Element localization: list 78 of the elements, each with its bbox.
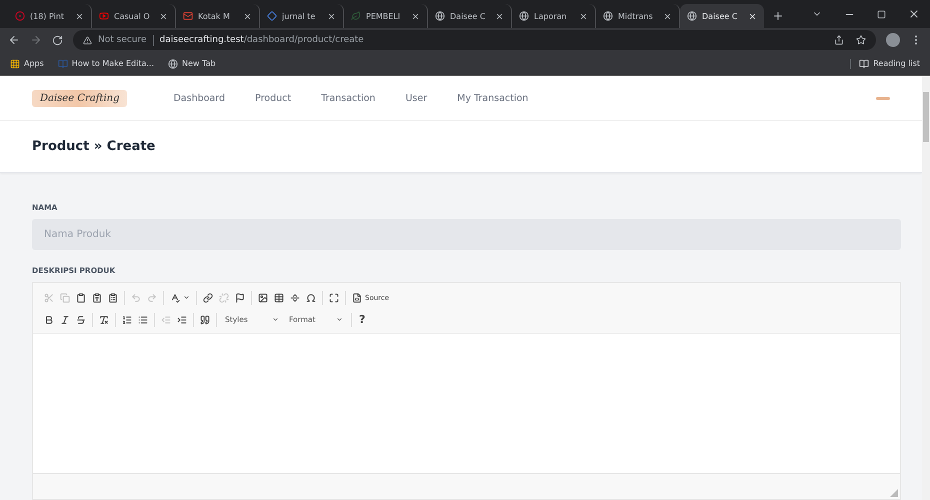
bullet-list-icon	[138, 314, 148, 324]
favicon-icon	[351, 11, 361, 21]
globe-icon	[168, 58, 178, 68]
help-button[interactable]: ?	[355, 310, 370, 328]
numbered-list-icon	[122, 314, 132, 324]
clipboard-text-icon	[92, 292, 102, 302]
scissors-icon	[44, 292, 54, 302]
outdent-icon	[161, 314, 171, 324]
close-icon[interactable]	[908, 8, 920, 20]
bookmark[interactable]: Apps	[10, 58, 44, 68]
favicon-icon	[603, 11, 613, 21]
bold-icon	[44, 314, 54, 324]
clipboard-icon	[76, 292, 86, 302]
nav-link[interactable]: My Transaction	[457, 92, 528, 104]
close-icon[interactable]	[243, 12, 252, 20]
redo-icon	[147, 292, 157, 302]
spellcheck-icon	[170, 292, 180, 302]
caret-icon	[183, 294, 190, 301]
clear-format-icon	[99, 314, 109, 324]
bookmark[interactable]: New Tab	[168, 58, 216, 68]
favicon-icon	[267, 11, 277, 21]
image-icon	[258, 292, 268, 302]
avatar-icon[interactable]	[886, 33, 900, 47]
close-icon[interactable]	[327, 12, 336, 20]
page-title: Product » Create	[32, 139, 156, 154]
favicon-icon	[687, 11, 697, 21]
book-icon	[859, 58, 870, 68]
copy-icon	[60, 292, 70, 302]
close-icon[interactable]	[411, 12, 420, 20]
clipboard-list-icon	[108, 292, 118, 302]
reading-list-button[interactable]: Reading list	[850, 58, 920, 68]
close-icon[interactable]	[159, 12, 168, 20]
nav-link[interactable]: Product	[255, 92, 292, 104]
name-input[interactable]: Nama Produk	[32, 219, 901, 250]
reload-icon[interactable]	[52, 34, 63, 46]
close-icon[interactable]	[495, 12, 504, 20]
address-bar[interactable]: Not secure daiseecrafting.test/dashboard/product/create	[73, 30, 876, 50]
italic-icon	[60, 314, 70, 324]
favicon-icon	[99, 11, 109, 21]
maximize-icon	[329, 292, 339, 302]
star-icon[interactable]	[856, 35, 866, 45]
favicon-icon	[519, 11, 529, 21]
document-code-icon	[352, 292, 362, 302]
close-icon[interactable]	[75, 12, 84, 20]
flag-icon	[235, 292, 245, 302]
close-icon[interactable]	[663, 12, 672, 20]
table-icon	[274, 292, 284, 302]
undo-icon	[131, 292, 141, 302]
favicon-icon	[435, 11, 445, 21]
nav-link[interactable]: Transaction	[321, 92, 376, 104]
scrollbar[interactable]	[922, 76, 930, 500]
forward-icon[interactable]	[30, 34, 42, 46]
quote-icon	[200, 314, 210, 324]
indent-icon	[177, 314, 187, 324]
link-icon	[203, 292, 213, 302]
bookmark[interactable]: How to Make Edita...	[58, 58, 154, 68]
book-icon	[58, 58, 68, 68]
caret-icon	[336, 316, 343, 323]
logo[interactable]: Daisee Crafting	[32, 90, 128, 106]
horizontal-line-icon	[290, 292, 300, 302]
restore-icon[interactable]	[877, 10, 886, 18]
caret-icon	[272, 316, 279, 323]
grid-icon	[10, 58, 20, 68]
back-icon[interactable]	[8, 34, 20, 46]
strikethrough-icon	[76, 314, 86, 324]
new-tab-icon[interactable]	[772, 10, 784, 22]
resize-handle-icon[interactable]	[890, 489, 898, 497]
nav-link[interactable]: User	[405, 92, 428, 104]
warning-icon	[83, 36, 92, 44]
nav-link[interactable]: Dashboard	[173, 92, 226, 104]
brand-mark	[876, 96, 890, 100]
close-icon[interactable]	[579, 12, 588, 20]
favicon-icon	[15, 11, 25, 21]
omega-icon	[306, 292, 316, 302]
browser-tab[interactable]: Daisee C	[680, 4, 764, 28]
favicon-icon	[183, 11, 193, 21]
share-icon[interactable]	[834, 35, 844, 45]
broken-link-icon	[219, 292, 229, 302]
